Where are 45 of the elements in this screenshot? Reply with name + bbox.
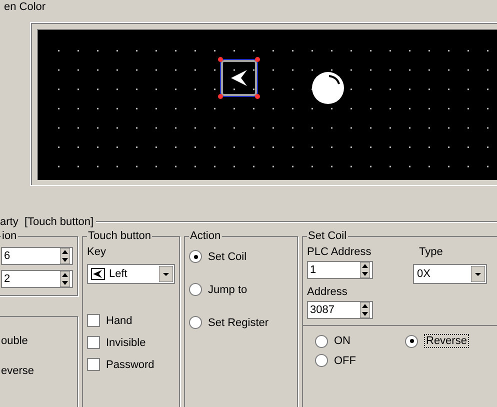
left-arrow-icon [91, 268, 105, 280]
plc-address-field[interactable]: 1 [307, 261, 373, 279]
type-label: Type [419, 246, 444, 258]
spinner-icon[interactable] [60, 248, 70, 264]
radio-button[interactable] [189, 283, 202, 296]
spinner-icon[interactable] [60, 271, 70, 287]
checkbox[interactable] [87, 358, 100, 371]
radio-label[interactable]: Reverse [424, 334, 469, 348]
checkbox-label[interactable]: Password [106, 358, 154, 370]
radio-label[interactable]: Jump to [208, 284, 248, 296]
checkbox-label[interactable]: Invisible [106, 336, 146, 348]
left-arrow-icon [229, 68, 249, 88]
checkbox[interactable] [87, 314, 100, 327]
group-title: Action [189, 230, 222, 242]
group-title: Set Coil [307, 230, 348, 242]
spinner-icon[interactable] [360, 262, 370, 278]
radio-button[interactable] [189, 316, 202, 329]
radio-button[interactable] [189, 250, 202, 263]
radio-label[interactable]: OFF [334, 354, 356, 366]
spin-field[interactable]: 2 [1, 270, 73, 288]
key-dropdown[interactable]: Left [87, 264, 175, 284]
key-label: Key [87, 246, 107, 258]
group-title: en Color [3, 0, 47, 14]
group-title: Touch button [87, 230, 152, 242]
radio-button[interactable] [315, 354, 328, 367]
group-title: ion [1, 230, 18, 242]
dropdown-arrow-icon[interactable] [159, 266, 173, 282]
option-label[interactable]: ouble [1, 335, 73, 347]
spinner-icon[interactable] [360, 302, 370, 318]
spin-field[interactable]: 6 [1, 247, 73, 265]
address-label: Address [307, 286, 348, 298]
radio-label[interactable]: Set Register [208, 316, 269, 328]
address-field[interactable]: 3087 [307, 301, 373, 319]
radio-label[interactable]: Set Coil [208, 250, 247, 262]
checkbox-label[interactable]: Hand [106, 314, 132, 326]
radio-button[interactable] [315, 334, 328, 348]
radio-button[interactable] [405, 334, 418, 348]
radio-label[interactable]: ON [334, 335, 350, 347]
plc-address-label: PLC Address [307, 246, 372, 258]
touch-button-widget[interactable] [221, 60, 257, 96]
option-label[interactable]: everse [1, 365, 73, 377]
property-title: arty [Touch button] [0, 216, 94, 228]
checkbox[interactable] [87, 336, 100, 349]
dropdown-arrow-icon[interactable] [471, 266, 485, 282]
type-dropdown[interactable]: 0X [413, 264, 487, 284]
